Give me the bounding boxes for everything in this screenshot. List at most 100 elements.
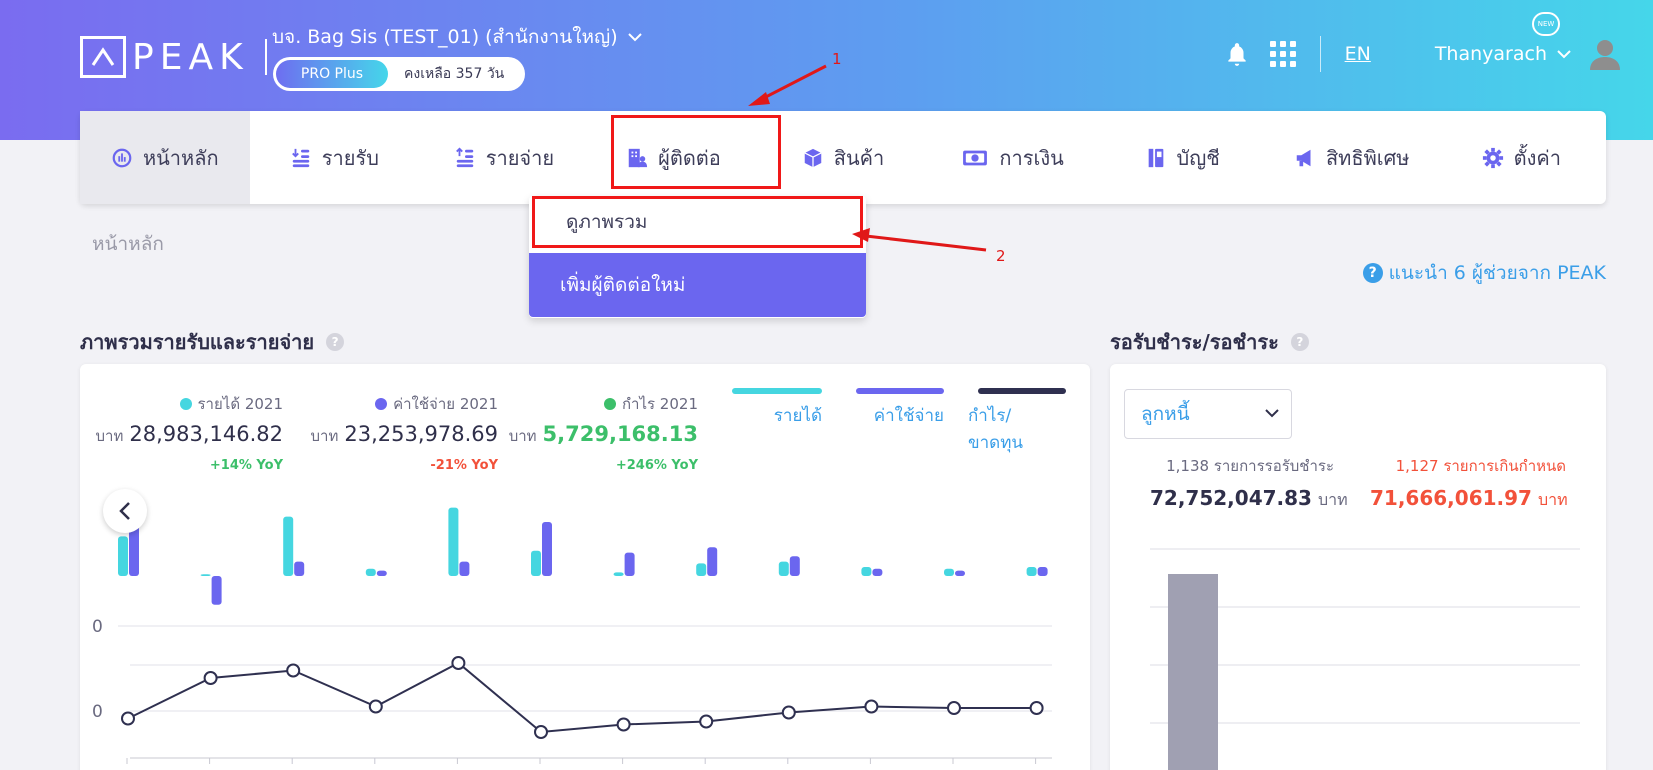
menu-item-finance[interactable]: การเงิน	[928, 111, 1098, 204]
company-selector[interactable]: บจ. Bag Sis (TEST_01) (สำนักงานใหญ่)	[272, 22, 642, 52]
menu-item-label: รายจ่าย	[485, 145, 555, 170]
apps-grid-icon[interactable]	[1269, 41, 1296, 67]
section-title-text: ภาพรวมรายรับและรายจ่าย	[80, 330, 315, 354]
profit-point	[1029, 701, 1044, 715]
menu-item-label: บัญชี	[1176, 145, 1220, 170]
stat-value: บาท 28,983,146.82	[95, 422, 283, 446]
stat-value: บาท 5,729,168.13	[508, 422, 698, 446]
logo-divider	[264, 39, 267, 75]
receivable-aging-chart	[1150, 548, 1580, 770]
peak-logo[interactable]: PEAK	[80, 36, 267, 78]
income-bar	[200, 574, 211, 576]
debtor-select[interactable]: ลูกหนี้	[1124, 389, 1292, 439]
overdue-label: 1,127 รายการเกินกำหนด	[1395, 457, 1566, 475]
help-link-label: แนะนำ 6 ผู้ช่วยจาก PEAK	[1388, 262, 1606, 284]
plan-badge: PRO Plus	[276, 60, 388, 88]
income-icon	[291, 148, 310, 167]
profit-point	[534, 725, 548, 739]
megaphone-icon	[1296, 149, 1311, 166]
legend-swatch	[856, 388, 944, 394]
menu-item-privileges[interactable]: สิทธิพิเศษ	[1267, 111, 1437, 204]
chart-prev-button[interactable]	[103, 489, 147, 533]
profit-point	[616, 717, 631, 732]
stat-label: รายได้ 2021	[93, 392, 283, 416]
income-bar	[283, 516, 294, 576]
axis-tick-label: 0	[92, 617, 103, 637]
expense-bar	[1037, 567, 1048, 576]
axis-tick-label: 0	[92, 702, 103, 722]
menu-item-home[interactable]: หน้าหลัก	[80, 111, 250, 204]
chevron-down-icon	[627, 33, 642, 42]
menu-item-expense[interactable]: รายจ่าย	[419, 111, 589, 204]
profit-point	[451, 656, 466, 670]
logo-mark-icon	[80, 36, 126, 78]
income-bar	[1026, 567, 1037, 576]
header-divider	[1319, 36, 1321, 72]
menu-item-settings[interactable]: ตั้งค่า	[1437, 111, 1607, 204]
income-bar	[531, 550, 541, 576]
chevron-down-icon[interactable]	[1557, 49, 1571, 59]
expense-bar	[542, 522, 552, 576]
annotation-label: 1	[832, 50, 842, 68]
legend-swatch	[732, 388, 822, 394]
income-bar	[448, 507, 459, 576]
receivable-title: รอรับชำระ/รอชำระ ?	[1110, 326, 1309, 358]
product-box-icon	[804, 148, 822, 167]
main-menu: หน้าหลัก รายรับ รายจ่าย ผู้ติดต่อ สินค้า…	[80, 111, 1606, 204]
help-link[interactable]: ? แนะนำ 6 ผู้ช่วยจาก PEAK	[1362, 258, 1606, 288]
profit-line	[127, 661, 1037, 734]
user-name[interactable]: Thanyarach	[1435, 43, 1547, 65]
breadcrumb[interactable]: หน้าหลัก	[92, 229, 164, 259]
language-switch[interactable]: EN	[1345, 43, 1371, 65]
avatar[interactable]	[1587, 36, 1623, 72]
dashboard-icon	[112, 148, 132, 167]
income-bar	[696, 563, 707, 576]
expense-bar	[707, 547, 718, 576]
income-expense-chart: 00	[92, 507, 1052, 764]
stat-label: ค่าใช้จ่าย 2021	[298, 392, 498, 416]
overdue-receivable: 1,127 รายการเกินกำหนด 71,666,061.97 บาท	[1370, 454, 1568, 513]
ledger-icon	[1148, 148, 1163, 167]
info-icon[interactable]: ?	[326, 333, 345, 351]
pending-receivable: 1,138 รายการรอรับชำระ 72,752,047.83 บาท	[1150, 454, 1348, 513]
stat-label: กำไร 2021	[508, 392, 698, 416]
select-value: ลูกหนี้	[1141, 403, 1190, 425]
logo-text: PEAK	[132, 36, 249, 78]
dropdown-item-add-contact[interactable]: เพิ่มผู้ติดต่อใหม่	[529, 253, 866, 317]
bell-icon[interactable]	[1224, 41, 1250, 67]
stat-yoy: +246% YoY	[615, 458, 698, 473]
contacts-dropdown: ดูภาพรวม เพิ่มผู้ติดต่อใหม่	[529, 196, 866, 318]
info-icon[interactable]: ?	[1290, 333, 1309, 351]
income-bar	[778, 561, 789, 576]
income-bar	[944, 568, 954, 576]
profit-dot-icon	[603, 398, 616, 410]
income-stat: รายได้ 2021 บาท 28,983,146.82 +14% YoY	[93, 392, 283, 473]
legend-income[interactable]: รายได้	[732, 388, 822, 429]
profit-point	[121, 711, 135, 726]
profit-point	[203, 671, 218, 685]
profit-point	[864, 699, 879, 714]
expense-dot-icon	[375, 398, 388, 410]
stat-value: บาท 23,253,978.69	[310, 422, 498, 446]
menu-item-accounting[interactable]: บัญชี	[1097, 111, 1267, 204]
legend-expense[interactable]: ค่าใช้จ่าย	[856, 388, 944, 429]
income-bar	[365, 568, 376, 576]
legend-profit[interactable]: กำไร/ขาดทุน	[968, 388, 1066, 456]
menu-item-products[interactable]: สินค้า	[758, 111, 928, 204]
annotation-label: 2	[996, 247, 1006, 265]
menu-item-label: การเงิน	[999, 145, 1064, 170]
menu-item-label: รายรับ	[321, 145, 379, 170]
menu-item-contacts[interactable]: ผู้ติดต่อ	[589, 111, 781, 204]
income-bar	[861, 567, 872, 576]
plan-status: PRO Plus คงเหลือ 357 วัน	[273, 57, 525, 91]
menu-item-income[interactable]: รายรับ	[250, 111, 420, 204]
pending-amount: 72,752,047.83 บาท	[1150, 486, 1348, 510]
menu-item-label: ผู้ติดต่อ	[658, 145, 721, 170]
expense-bar	[789, 556, 800, 576]
expense-bar	[211, 576, 222, 605]
dropdown-item-overview[interactable]: ดูภาพรวม	[532, 196, 863, 248]
income-bar	[118, 536, 128, 576]
plan-remaining: คงเหลือ 357 วัน	[404, 66, 505, 82]
header-actions: EN Thanyarach	[1224, 36, 1623, 72]
expense-stat: ค่าใช้จ่าย 2021 บาท 23,253,978.69 -21% Yo…	[298, 392, 498, 473]
